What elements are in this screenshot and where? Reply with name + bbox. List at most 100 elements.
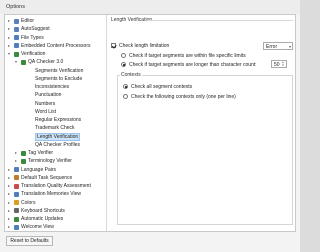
- options-tree: ▸ Editor ▸ AutoSuggest ▸ File Types ▸ Embedded …: [5, 15, 107, 231]
- severity-dropdown[interactable]: Error ▾: [263, 42, 293, 50]
- tqa-icon: [14, 183, 19, 189]
- tree-item[interactable]: ▸ Embedded Content Processors: [8, 42, 105, 50]
- updates-icon: [14, 216, 19, 222]
- section-divider: [147, 20, 293, 21]
- tree-item[interactable]: ▸ Default Task Sequence: [8, 174, 105, 182]
- tree-item-label: Embedded Content Processors: [21, 42, 91, 49]
- expanded-arrow-icon[interactable]: ▾: [8, 50, 12, 58]
- expanded-arrow-icon[interactable]: ▾: [15, 58, 19, 66]
- chevron-down-icon: ▾: [288, 44, 291, 49]
- collapsed-arrow-icon[interactable]: ▸: [8, 199, 12, 207]
- collapsed-arrow-icon[interactable]: ▸: [8, 223, 12, 231]
- char-count-value: 50: [274, 62, 280, 68]
- char-count-radio[interactable]: [121, 62, 126, 67]
- tree-item-label: Keyboard Shortcuts: [21, 207, 65, 214]
- tree-item-label: Length Verification: [35, 132, 81, 141]
- reset-to-defaults-button[interactable]: Reset to Defaults: [6, 236, 53, 246]
- tree-item[interactable]: ▸ Translation Quality Assessment: [8, 182, 105, 190]
- check-length-checkbox[interactable]: [111, 43, 116, 48]
- collapsed-arrow-icon[interactable]: ▸: [15, 149, 19, 157]
- tree-item[interactable]: ▸ Automatic Updates: [8, 215, 105, 223]
- terminology-verifier-icon: [21, 158, 26, 164]
- tree-item-label: Translation Memories View: [21, 191, 82, 198]
- contexts-title: Contexts: [120, 72, 142, 78]
- tree-item[interactable]: Segments to Exclude: [22, 75, 105, 83]
- stepper-buttons[interactable]: ▴ ▾: [281, 61, 285, 67]
- welcome-icon: [14, 224, 19, 230]
- stepper-down-icon[interactable]: ▾: [281, 64, 285, 67]
- tree-item-label: Automatic Updates: [21, 216, 64, 222]
- tree-item-label: AutoSuggest: [21, 26, 50, 33]
- tree-item[interactable]: ▸ Language Pairs: [8, 166, 105, 174]
- collapsed-arrow-icon[interactable]: ▸: [8, 17, 12, 25]
- check-length-label: Check length limitation: [119, 43, 170, 49]
- file-limits-radio[interactable]: [121, 53, 126, 58]
- tree-item[interactable]: QA Checker Profiles: [22, 141, 105, 149]
- tree-item[interactable]: ▸ Translation Memories View: [8, 190, 105, 198]
- tree-item[interactable]: ▸ Editor: [8, 17, 105, 25]
- severity-value: Error: [266, 44, 278, 50]
- verification-icon: [14, 51, 19, 57]
- following-contexts-label: Check the following contexts only (one p…: [131, 94, 236, 100]
- tree-item-label: Welcome View: [21, 224, 54, 231]
- collapsed-arrow-icon[interactable]: ▸: [8, 190, 12, 198]
- tree-item[interactable]: Trademark Check: [22, 124, 105, 132]
- all-contexts-radio[interactable]: [123, 84, 128, 89]
- tree-item[interactable]: ▸ AutoSuggest: [8, 25, 105, 33]
- collapsed-arrow-icon[interactable]: ▸: [8, 207, 12, 215]
- collapsed-arrow-icon[interactable]: ▸: [8, 25, 12, 33]
- collapsed-arrow-icon[interactable]: ▸: [8, 34, 12, 42]
- autosuggest-icon: [14, 26, 19, 32]
- language-pairs-icon: [14, 167, 19, 172]
- tree-item[interactable]: ▾ QA Checker 3.0: [15, 58, 105, 66]
- title-bar: Options: [0, 0, 300, 14]
- all-contexts-label: Check all segment contexts: [131, 84, 193, 90]
- collapsed-arrow-icon[interactable]: ▸: [8, 182, 12, 190]
- collapsed-arrow-icon[interactable]: ▸: [8, 166, 12, 174]
- tree-item[interactable]: Regular Expressions: [22, 116, 105, 124]
- collapsed-arrow-icon[interactable]: ▸: [8, 215, 12, 223]
- tree-item-label: Translation Quality Assessment: [21, 183, 91, 189]
- tree-item[interactable]: Inconsistencies: [22, 83, 105, 91]
- tree-item[interactable]: ▸ File Types: [8, 34, 105, 42]
- tree-item[interactable]: ▸ Welcome View: [8, 223, 105, 231]
- tree-item[interactable]: ▸ Terminology Verifier: [15, 157, 105, 165]
- tree-item-label: Trademark Check: [35, 125, 75, 132]
- tree-item-label: Verification: [21, 51, 46, 57]
- tree-item[interactable]: Segments Verification: [22, 67, 105, 75]
- following-contexts-radio[interactable]: [123, 94, 128, 99]
- collapsed-arrow-icon[interactable]: ▸: [8, 42, 12, 50]
- window-title: Options: [6, 4, 25, 10]
- options-panel: ▸ Editor ▸ AutoSuggest ▸ File Types ▸ Embedded …: [4, 14, 296, 232]
- tree-item-label: Editor: [21, 18, 35, 24]
- tree-item[interactable]: ▸ Tag Verifier: [15, 149, 105, 157]
- tree-item-label: Word List: [35, 108, 57, 115]
- tree-item[interactable]: Numbers: [22, 100, 105, 108]
- qa-checker-icon: [21, 59, 26, 65]
- embedded-content-icon: [14, 43, 19, 49]
- tree-item-label: Punctuation: [35, 92, 62, 99]
- char-count-stepper[interactable]: 50 ▴ ▾: [271, 60, 287, 68]
- tree-item-label: File Types: [21, 34, 44, 41]
- tree-item-label: Segments to Exclude: [35, 75, 83, 82]
- tree-item-label: Regular Expressions: [35, 117, 82, 123]
- tree-item[interactable]: Punctuation: [22, 91, 105, 99]
- tree-item[interactable]: ▾ Verification: [8, 50, 105, 58]
- file-types-icon: [14, 35, 19, 40]
- tree-item-label: QA Checker Profiles: [35, 141, 81, 148]
- tree-item[interactable]: ▸ Colors: [8, 199, 105, 207]
- tree-item[interactable]: Length Verification: [22, 132, 105, 141]
- tree-item-label: Tag Verifier: [28, 150, 54, 156]
- options-window: Options ▸ Editor ▸ AutoSuggest ▸ File Types ▸ E…: [0, 0, 300, 252]
- tree-item-label: Terminology Verifier: [28, 158, 72, 165]
- tm-view-icon: [14, 191, 19, 197]
- tree-item-label: Segments Verification: [35, 67, 84, 74]
- tree-item[interactable]: ▸ Keyboard Shortcuts: [8, 207, 105, 215]
- editor-icon: [14, 18, 19, 24]
- tree-item-label: QA Checker 3.0: [28, 59, 64, 66]
- collapsed-arrow-icon[interactable]: ▸: [15, 157, 19, 165]
- tree-item[interactable]: Word List: [22, 108, 105, 116]
- colors-icon: [14, 200, 19, 205]
- collapsed-arrow-icon[interactable]: ▸: [8, 174, 12, 182]
- char-count-label: Check if target segments are longer than…: [129, 62, 257, 68]
